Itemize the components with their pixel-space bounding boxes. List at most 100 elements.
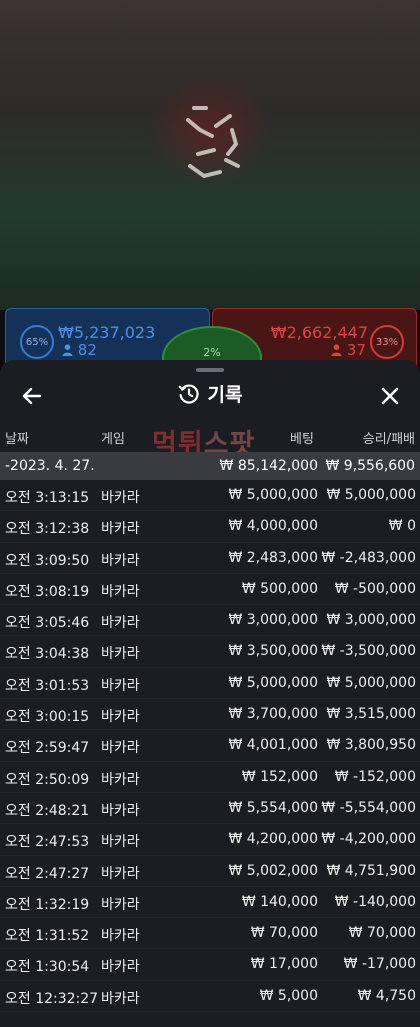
row-time: 오전 2:50:09 <box>5 771 90 788</box>
person-icon <box>62 344 73 356</box>
row-game: 바카라 <box>101 771 140 788</box>
column-header-bet: 베팅 <box>290 432 314 447</box>
row-result-amount: ₩ -2,483,000 <box>321 549 416 566</box>
row-bet-amount: ₩ 2,483,000 <box>228 549 318 566</box>
row-game: 바카라 <box>101 552 140 569</box>
tie-ratio: 2% <box>203 346 221 359</box>
row-bet-amount: ₩ 3,500,000 <box>228 643 318 660</box>
player-ratio-ring: 65% <box>20 325 54 359</box>
row-result-amount: ₩ 3,800,950 <box>326 737 416 754</box>
table-row[interactable]: 오전 1:32:19 바카라 ₩ 140,000 ₩ -140,000 <box>0 887 420 918</box>
row-result-amount: ₩ 3,000,000 <box>326 612 416 629</box>
table-row[interactable]: 오전 3:12:38 바카라 ₩ 4,000,000 ₩ 0 <box>0 511 420 542</box>
row-bet-amount: ₩ 5,000,000 <box>228 487 318 503</box>
date-summary-row[interactable]: -2023. 4. 27. ₩ 85,142,000 ₩ 9,556,600 <box>0 452 420 480</box>
row-game: 바카라 <box>101 490 140 506</box>
row-result-amount: ₩ 5,000,000 <box>326 674 416 691</box>
row-result-amount: ₩ 3,515,000 <box>326 706 416 723</box>
row-time: 오전 3:04:38 <box>5 646 90 663</box>
row-result-amount: ₩ 4,750 <box>357 987 416 1004</box>
row-game: 바카라 <box>101 990 140 1007</box>
table-row[interactable]: 오전 3:13:15 바카라 ₩ 5,000,000 ₩ 5,000,000 <box>0 480 420 511</box>
table-row[interactable]: 오전 1:31:52 바카라 ₩ 70,000 ₩ 70,000 <box>0 918 420 949</box>
row-game: 바카라 <box>101 959 140 976</box>
table-row[interactable]: 오전 2:48:21 바카라 ₩ 5,554,000 ₩ -5,554,000 <box>0 793 420 824</box>
row-bet-amount: ₩ 4,200,000 <box>228 831 318 848</box>
row-time: 오전 2:59:47 <box>5 740 90 757</box>
row-time: 오전 3:01:53 <box>5 677 90 694</box>
row-result-amount: ₩ -140,000 <box>334 893 416 910</box>
history-sheet: 기록 날짜 게임 베팅 승리/패배 먹튀스팟 -2023. 4. 27. ₩ 8… <box>0 360 420 1027</box>
loading-spinner-icon <box>186 106 240 179</box>
row-result-amount: ₩ -17,000 <box>343 956 416 973</box>
player-bettor-count: 82 <box>62 341 97 359</box>
row-time: 오전 3:09:50 <box>5 552 90 569</box>
row-bet-amount: ₩ 70,000 <box>250 925 318 942</box>
row-game: 바카라 <box>101 896 140 913</box>
row-result-amount: ₩ -5,554,000 <box>321 799 416 816</box>
table-row[interactable]: 오전 3:05:46 바카라 ₩ 3,000,000 ₩ 3,000,000 <box>0 605 420 636</box>
table-row[interactable]: 오전 2:50:09 바카라 ₩ 152,000 ₩ -152,000 <box>0 762 420 793</box>
row-bet-amount: ₩ 500,000 <box>241 580 318 597</box>
row-result-amount: ₩ -500,000 <box>334 580 416 597</box>
player-total-amount: ₩5,237,023 <box>58 323 156 342</box>
table-row[interactable]: 오전 2:47:53 바카라 ₩ 4,200,000 ₩ -4,200,000 <box>0 824 420 855</box>
row-game: 바카라 <box>101 615 140 632</box>
row-bet-amount: ₩ 152,000 <box>241 768 318 785</box>
row-bet-amount: ₩ 5,000,000 <box>228 674 318 691</box>
row-result-amount: ₩ 70,000 <box>348 925 416 942</box>
table-header: 날짜 게임 베팅 승리/패배 <box>0 428 420 452</box>
row-time: 오전 3:08:19 <box>5 583 90 600</box>
close-button[interactable] <box>376 382 404 410</box>
row-game: 바카라 <box>101 646 140 663</box>
row-bet-amount: ₩ 5,002,000 <box>228 862 318 879</box>
history-clock-icon <box>178 383 199 404</box>
table-row[interactable]: 오전 3:04:38 바카라 ₩ 3,500,000 ₩ -3,500,000 <box>0 636 420 667</box>
row-time: 오전 3:13:15 <box>5 490 90 506</box>
table-row[interactable]: 오전 3:09:50 바카라 ₩ 2,483,000 ₩ -2,483,000 <box>0 543 420 574</box>
row-time: 오전 3:12:38 <box>5 521 90 538</box>
banker-ratio-ring: 33% <box>370 325 404 359</box>
row-game: 바카라 <box>101 521 140 538</box>
table-row[interactable]: 오전 12:32:27 바카라 ₩ 5,000 ₩ 4,750 <box>0 981 420 1012</box>
table-row[interactable]: 오전 2:47:27 바카라 ₩ 5,002,000 ₩ 4,751,900 <box>0 856 420 887</box>
row-bet-amount: ₩ 4,001,000 <box>228 737 318 754</box>
table-row[interactable]: 오전 1:30:54 바카라 ₩ 17,000 ₩ -17,000 <box>0 949 420 980</box>
sheet-header: 기록 <box>0 378 420 418</box>
person-icon <box>331 344 342 356</box>
row-result-amount: ₩ -4,200,000 <box>321 831 416 848</box>
row-game: 바카라 <box>101 802 140 819</box>
row-game: 바카라 <box>101 928 140 945</box>
row-result-amount: ₩ -152,000 <box>334 768 416 785</box>
row-bet-amount: ₩ 3,000,000 <box>228 612 318 629</box>
live-video-background <box>0 0 420 310</box>
row-result-amount: ₩ -3,500,000 <box>321 643 416 660</box>
summary-date: -2023. 4. 27. <box>5 458 95 474</box>
summary-result-total: ₩ 9,556,600 <box>325 458 415 474</box>
row-bet-amount: ₩ 5,554,000 <box>228 799 318 816</box>
column-header-result: 승리/패배 <box>362 432 415 447</box>
column-header-game: 게임 <box>101 432 125 447</box>
row-time: 오전 3:05:46 <box>5 615 90 632</box>
row-bet-amount: ₩ 4,000,000 <box>228 518 318 535</box>
close-icon <box>381 387 399 405</box>
sheet-drag-handle[interactable] <box>196 368 224 372</box>
row-time: 오전 2:47:27 <box>5 865 90 882</box>
table-row[interactable]: 오전 3:08:19 바카라 ₩ 500,000 ₩ -500,000 <box>0 574 420 605</box>
row-time: 오전 1:31:52 <box>5 928 90 945</box>
row-game: 바카라 <box>101 740 140 757</box>
row-time: 오전 1:32:19 <box>5 896 90 913</box>
history-list: 오전 3:13:15 바카라 ₩ 5,000,000 ₩ 5,000,000 오전 3:… <box>0 480 420 1012</box>
row-time: 오전 2:47:53 <box>5 834 90 851</box>
row-game: 바카라 <box>101 583 140 600</box>
banker-bettor-count: 37 <box>331 341 366 359</box>
table-row[interactable]: 오전 2:59:47 바카라 ₩ 4,001,000 ₩ 3,800,950 <box>0 730 420 761</box>
summary-bet-total: ₩ 85,142,000 <box>219 458 318 474</box>
table-row[interactable]: 오전 3:00:15 바카라 ₩ 3,700,000 ₩ 3,515,000 <box>0 699 420 730</box>
row-time: 오전 1:30:54 <box>5 959 90 976</box>
row-bet-amount: ₩ 17,000 <box>250 956 318 973</box>
row-bet-amount: ₩ 140,000 <box>241 893 318 910</box>
table-row[interactable]: 오전 3:01:53 바카라 ₩ 5,000,000 ₩ 5,000,000 <box>0 668 420 699</box>
row-result-amount: ₩ 5,000,000 <box>326 487 416 503</box>
row-time: 오전 2:48:21 <box>5 802 90 819</box>
